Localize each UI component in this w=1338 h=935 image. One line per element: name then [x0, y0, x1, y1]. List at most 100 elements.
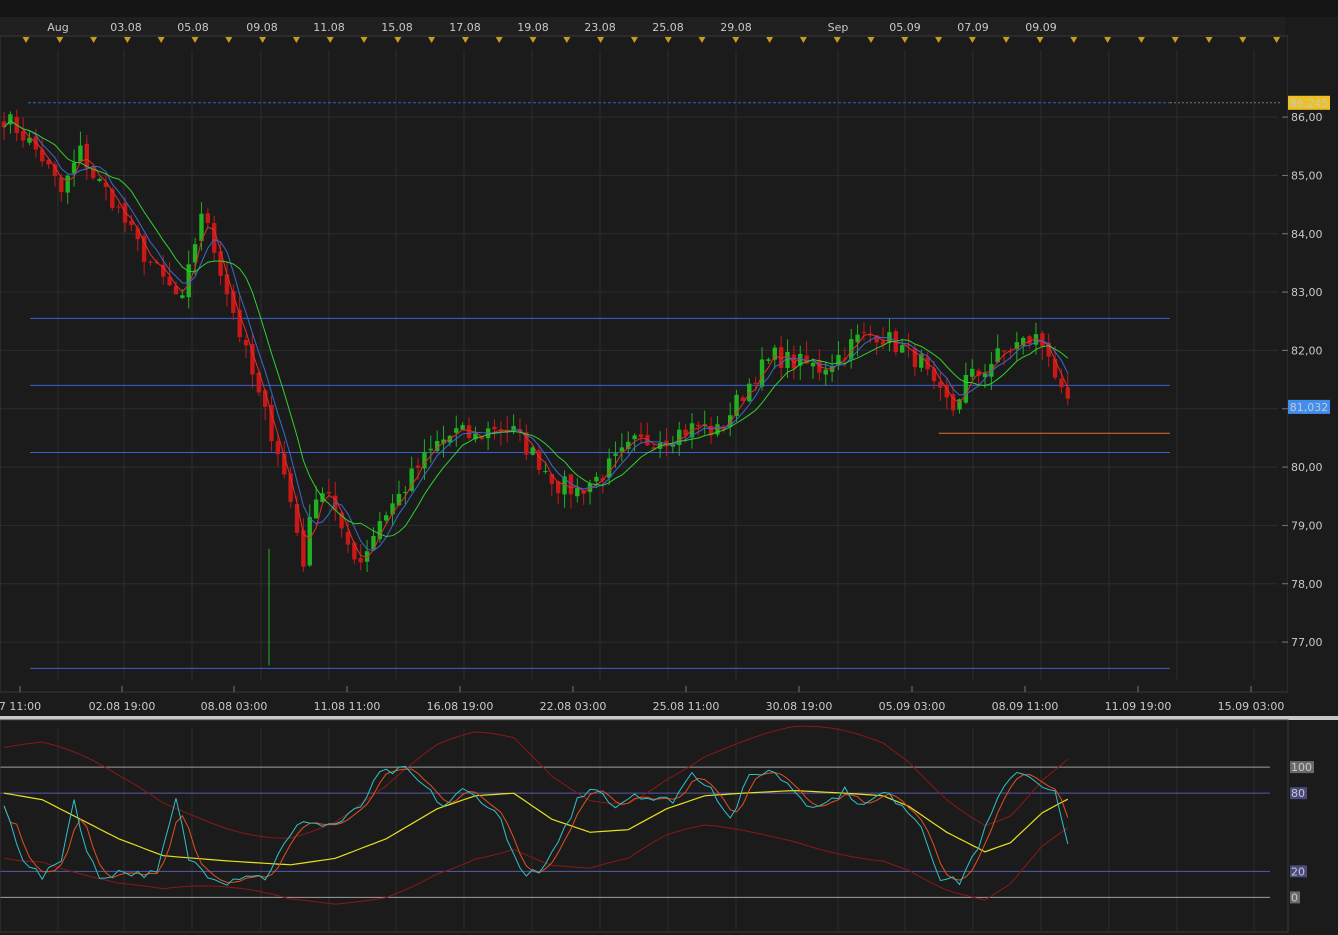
top-date-label: 17.08	[449, 21, 481, 34]
x-tick-label: 05.09 03:00	[879, 700, 946, 713]
osc-level-label: 100	[1291, 761, 1312, 774]
candle-body[interactable]	[613, 453, 618, 456]
candle-body[interactable]	[638, 434, 644, 437]
top-date-label: 09.08	[246, 21, 278, 34]
candle-body[interactable]	[307, 517, 312, 566]
candle-body[interactable]	[224, 274, 230, 295]
y-tick-label: 79,00	[1291, 519, 1323, 532]
candle-body[interactable]	[148, 261, 153, 263]
candle-body[interactable]	[205, 213, 211, 223]
top-date-label: 25.08	[652, 21, 684, 34]
top-date-label: 29.08	[720, 21, 752, 34]
candle-body[interactable]	[269, 404, 274, 442]
top-date-label: 07.09	[957, 21, 989, 34]
x-tick-label: 11.08 11:00	[314, 700, 381, 713]
candle-body[interactable]	[963, 374, 969, 403]
candle-body[interactable]	[212, 222, 217, 253]
candle-body[interactable]	[243, 340, 249, 346]
candle-body[interactable]	[97, 178, 102, 181]
candle-body[interactable]	[59, 177, 64, 193]
x-tick-label: 25.08 11:00	[653, 700, 720, 713]
top-date-label: 11.08	[313, 21, 345, 34]
candle-body[interactable]	[454, 428, 459, 433]
candle-body[interactable]	[313, 499, 319, 519]
y-tick-label: 84,00	[1291, 228, 1323, 241]
candle-body[interactable]	[861, 332, 867, 334]
candle-body[interactable]	[180, 295, 185, 298]
candle-body[interactable]	[466, 425, 472, 439]
top-date-label: Aug	[47, 21, 68, 34]
candle-body[interactable]	[938, 381, 943, 388]
candle-body[interactable]	[785, 351, 790, 369]
x-tick-label: 08.09 11:00	[992, 700, 1059, 713]
top-date-label: 03.08	[110, 21, 142, 34]
candle-body[interactable]	[1040, 333, 1045, 347]
x-tick-label: 02.08 19:00	[89, 700, 156, 713]
candle-body[interactable]	[345, 531, 351, 545]
candle-body[interactable]	[696, 424, 701, 427]
candle-body[interactable]	[594, 476, 599, 482]
menu-strip	[0, 0, 1338, 17]
candle-body[interactable]	[384, 515, 389, 521]
y-tick-label: 85,00	[1291, 169, 1323, 182]
price-axis-area	[1288, 36, 1338, 692]
top-date-label: 05.08	[177, 21, 209, 34]
candle-body[interactable]	[275, 440, 281, 455]
candle-body[interactable]	[326, 491, 332, 494]
candle-body[interactable]	[20, 131, 26, 141]
candle-body[interactable]	[492, 426, 497, 430]
candle-body[interactable]	[415, 465, 421, 468]
osc-level-label: 0	[1291, 891, 1298, 904]
candle-body[interactable]	[65, 175, 70, 193]
x-tick-label: 30.08 19:00	[766, 700, 833, 713]
candle-body[interactable]	[1027, 336, 1032, 345]
candle-body[interactable]	[352, 542, 357, 560]
candle-body[interactable]	[575, 487, 580, 497]
candle-body[interactable]	[855, 334, 860, 343]
candle-body[interactable]	[823, 369, 828, 375]
panel-separator[interactable]	[0, 716, 1338, 720]
candle-body[interactable]	[1001, 350, 1007, 352]
candle-body[interactable]	[1052, 358, 1058, 378]
top-date-label: 19.08	[517, 21, 549, 34]
price-label-text: 86,245	[1290, 97, 1329, 110]
y-tick-label: 86,00	[1291, 111, 1323, 124]
candle-body[interactable]	[1059, 378, 1064, 388]
x-tick-label: 7 11:00	[0, 700, 41, 713]
y-tick-label: 82,00	[1291, 344, 1323, 357]
y-tick-label: 80,00	[1291, 461, 1323, 474]
x-tick-label: 15.09 03:00	[1218, 700, 1285, 713]
candle-body[interactable]	[753, 382, 758, 384]
candle-body[interactable]	[460, 425, 465, 430]
candle-body[interactable]	[543, 470, 548, 472]
top-date-label: 09.09	[1025, 21, 1057, 34]
candle-body[interactable]	[90, 166, 96, 178]
candle-body[interactable]	[511, 426, 516, 432]
top-date-label: 05.09	[889, 21, 921, 34]
x-tick-label: 22.08 03:00	[540, 700, 607, 713]
candle-body[interactable]	[632, 435, 637, 440]
x-tick-label: 08.08 03:00	[201, 700, 268, 713]
osc-level-label: 20	[1291, 865, 1305, 878]
candle-body[interactable]	[358, 557, 363, 563]
candle-body[interactable]	[810, 362, 816, 367]
top-date-label: 23.08	[584, 21, 616, 34]
candle-body[interactable]	[1065, 387, 1070, 399]
top-date-label: 15.08	[381, 21, 413, 34]
candle-body[interactable]	[606, 458, 612, 478]
candle-body[interactable]	[766, 359, 771, 361]
trading-chart[interactable]: Aug 03.08 05.08 09.08 11.08 15.08 17.08 19.08 23…	[0, 0, 1338, 935]
candle-body[interactable]	[78, 145, 83, 162]
price-label-text: 81,032	[1290, 401, 1329, 414]
y-tick-label: 77,00	[1291, 636, 1323, 649]
x-tick-label: 11.09 19:00	[1105, 700, 1172, 713]
candle-body[interactable]	[619, 447, 625, 452]
candle-body[interactable]	[970, 368, 975, 377]
x-tick-label: 16.08 19:00	[427, 700, 494, 713]
candle-body[interactable]	[116, 206, 121, 208]
candle-body[interactable]	[899, 345, 905, 353]
candle-body[interactable]	[71, 162, 77, 174]
candle-body[interactable]	[428, 448, 433, 451]
y-tick-label: 83,00	[1291, 286, 1323, 299]
top-date-label: Sep	[828, 21, 849, 34]
